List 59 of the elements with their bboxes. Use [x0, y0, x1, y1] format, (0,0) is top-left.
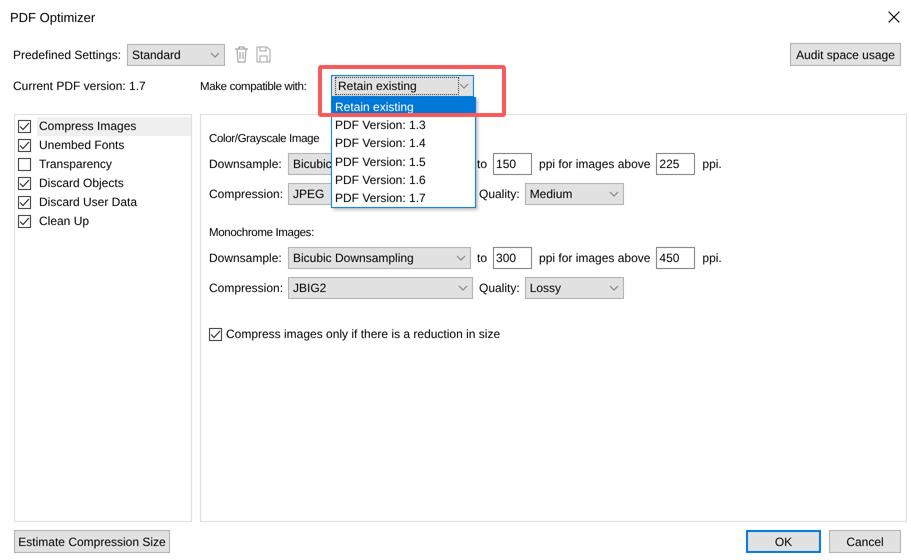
- panel-item[interactable]: Discard Objects: [37, 174, 191, 193]
- chevron-icon: [210, 52, 220, 58]
- field-label: ppi for images above: [539, 251, 650, 265]
- checkbox[interactable]: [18, 177, 31, 190]
- ppi-input[interactable]: 300: [493, 247, 532, 269]
- chevron-icon: [459, 83, 469, 89]
- chevron-icon: [456, 255, 466, 261]
- field-label: Downsample:: [209, 251, 283, 265]
- chevron-icon: [458, 285, 468, 291]
- field-label: Downsample:: [209, 157, 283, 171]
- field-label: Quality:: [479, 281, 520, 295]
- checkbox[interactable]: [18, 120, 31, 133]
- panel-item[interactable]: Compress Images: [37, 117, 191, 136]
- estimate-button[interactable]: Estimate Compression Size: [14, 530, 170, 553]
- threshold-input[interactable]: 225: [656, 153, 696, 175]
- compatibility-select[interactable]: Retain existing: [331, 75, 474, 97]
- field-label: Quality:: [479, 187, 520, 201]
- window-title: PDF Optimizer: [10, 10, 96, 24]
- dropdown-option[interactable]: PDF Version: 1.4: [332, 134, 475, 153]
- dropdown-option[interactable]: PDF Version: 1.3: [332, 116, 475, 134]
- field-label: ppi.: [702, 251, 722, 265]
- version-label: Current PDF version: 1.7: [13, 79, 147, 93]
- compression-select[interactable]: JBIG2: [288, 277, 473, 299]
- ok-button[interactable]: OK: [746, 530, 821, 553]
- field-label: to: [477, 157, 488, 171]
- settings-select[interactable]: Standard: [127, 44, 225, 66]
- checkbox[interactable]: [209, 328, 222, 340]
- checkbox[interactable]: [18, 215, 31, 228]
- checkbox[interactable]: [18, 139, 31, 152]
- trash-icon[interactable]: [234, 46, 249, 63]
- checkbox[interactable]: [18, 158, 31, 171]
- section-heading: Monochrome Images:: [209, 227, 314, 239]
- checkbox-label: Compress images only if there is a reduction in size: [226, 327, 500, 341]
- dropdown-option[interactable]: PDF Version: 1.5: [332, 152, 475, 171]
- panel-item[interactable]: Unembed Fonts: [37, 136, 191, 155]
- audit-button[interactable]: Audit space usage: [790, 43, 901, 66]
- panel-item[interactable]: Discard User Data: [37, 193, 191, 212]
- quality-select[interactable]: Medium: [524, 183, 624, 205]
- panel-item[interactable]: Clean Up: [37, 212, 191, 231]
- field-label: Compression:: [209, 187, 284, 201]
- field-label: Make compatible with:: [200, 81, 306, 93]
- dropdown-option[interactable]: PDF Version: 1.6: [332, 170, 475, 189]
- panel-item[interactable]: Transparency: [37, 155, 191, 174]
- field-label: Compression:: [209, 281, 284, 295]
- close-button[interactable]: ×: [877, 1, 911, 33]
- ppi-input[interactable]: 150: [493, 153, 532, 175]
- threshold-input[interactable]: 450: [656, 247, 696, 269]
- quality-select[interactable]: Lossy: [524, 277, 624, 299]
- chevron-icon: [608, 191, 619, 197]
- field-label: Predefined Settings:: [13, 48, 122, 62]
- checkbox[interactable]: [18, 196, 31, 209]
- downsample-select[interactable]: Bicubic Downsampling: [288, 247, 471, 269]
- cancel-button[interactable]: Cancel: [829, 530, 901, 553]
- section-heading: Color/Grayscale Image: [209, 133, 320, 145]
- chevron-icon: [608, 285, 619, 291]
- field-label: ppi for images above: [539, 157, 650, 171]
- field-label: ppi.: [702, 157, 722, 171]
- dropdown-option[interactable]: PDF Version: 1.7: [332, 188, 475, 208]
- field-label: to: [477, 251, 488, 265]
